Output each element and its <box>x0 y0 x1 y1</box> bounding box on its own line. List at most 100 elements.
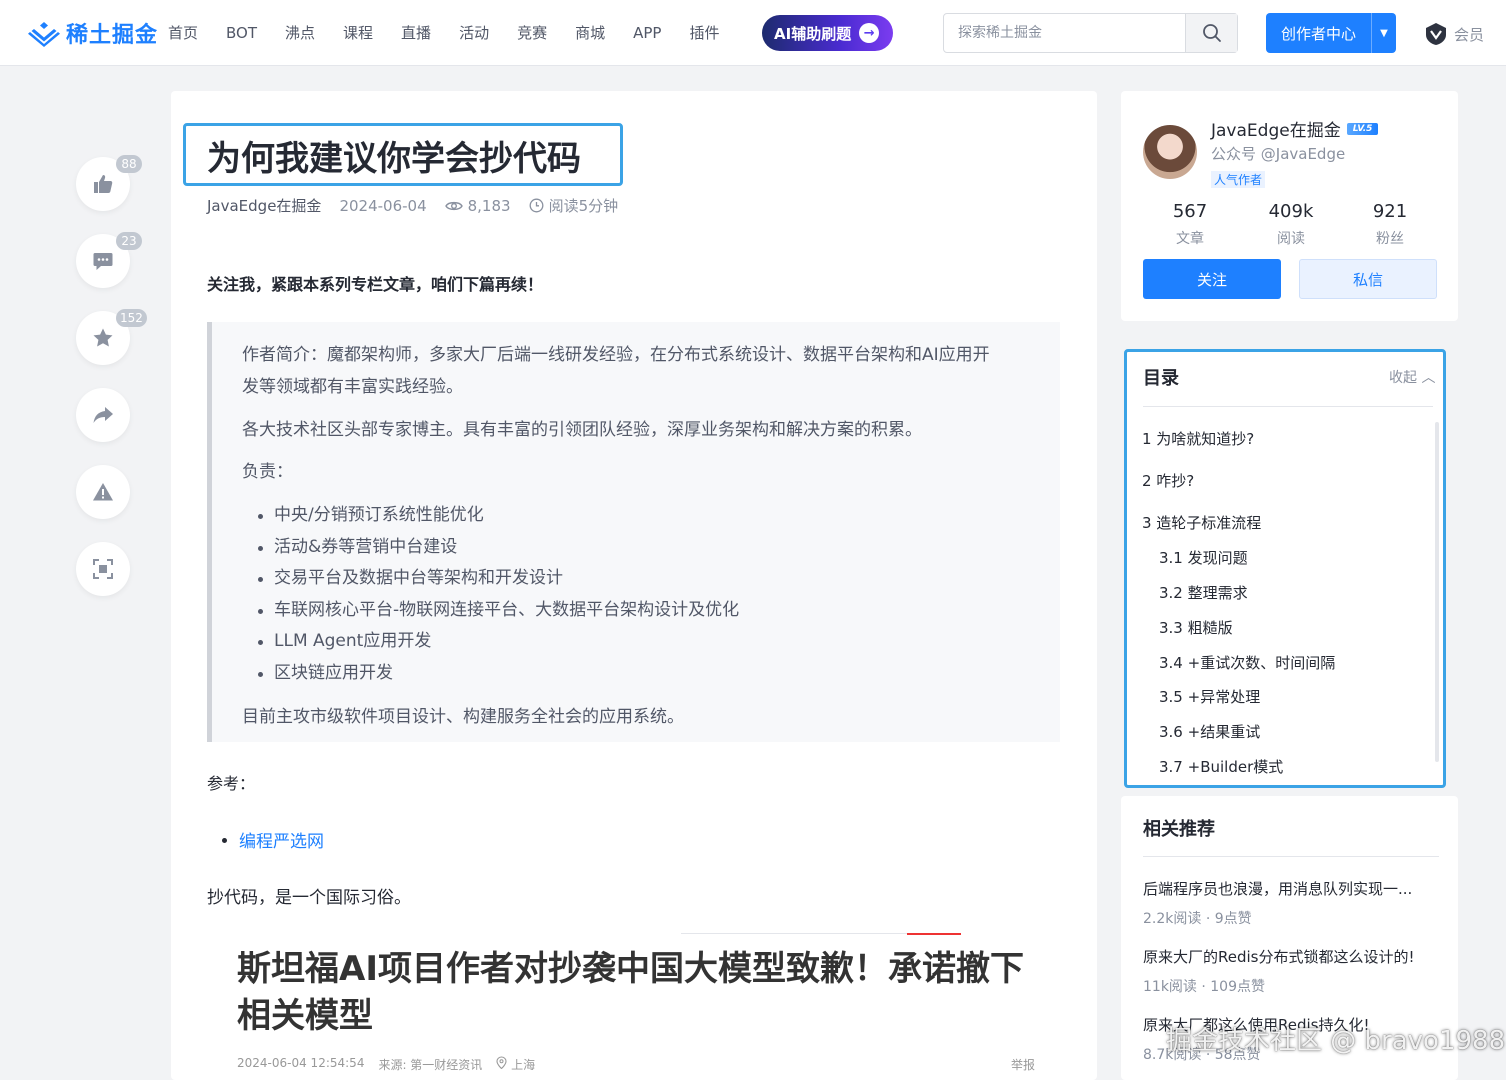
stat-followers[interactable]: 921 粉丝 <box>1350 201 1430 248</box>
toc-collapse-button[interactable]: 收起 ︿ <box>1389 367 1435 387</box>
toc-item[interactable]: 3.6 +结果重试 <box>1159 721 1260 742</box>
toc-item[interactable]: 1 为啥就知道抄? <box>1142 428 1254 449</box>
main-nav: 首页 BOT 沸点 课程 直播 活动 竞赛 商城 APP 插件 <box>168 20 747 46</box>
toc-scrollbar[interactable] <box>1435 422 1439 762</box>
article-panel: 为何我建议你学会抄代码 JavaEdge在掘金 2024-06-04 8,183… <box>171 91 1097 1080</box>
quote-line: 目前主攻市级软件项目设计、构建服务全社会的应用系统。 <box>242 707 684 727</box>
arrow-right-icon: → <box>859 23 880 43</box>
thumb-up-icon <box>94 175 113 193</box>
news-report-link[interactable]: 举报 <box>1011 1056 1035 1073</box>
nav-contests[interactable]: 竞赛 <box>517 20 547 46</box>
nav-app[interactable]: APP <box>633 20 661 46</box>
nav-home[interactable]: 首页 <box>168 20 198 46</box>
location-pin-icon <box>496 1056 507 1070</box>
stat-articles[interactable]: 567 文章 <box>1150 201 1230 248</box>
toc-item[interactable]: 3.1 发现问题 <box>1159 547 1248 568</box>
table-of-contents: 目录 收起 ︿ 1 为啥就知道抄? 2 咋抄? 3 造轮子标准流程 3.1 发现… <box>1124 349 1446 788</box>
quote-line: 负责： <box>242 462 293 482</box>
stat-value: 567 <box>1172 201 1208 222</box>
reference-link[interactable]: 编程严选网 <box>221 827 324 852</box>
news-divider-accent <box>907 933 961 935</box>
comment-button[interactable]: 23 <box>76 232 142 288</box>
author-name[interactable]: JavaEdge在掘金 <box>1211 116 1341 141</box>
toc-item[interactable]: 2 咋抄? <box>1142 470 1194 491</box>
share-icon <box>93 407 113 423</box>
creator-center-button[interactable]: 创作者中心 ▼ <box>1266 13 1396 53</box>
search-input[interactable] <box>944 14 1184 52</box>
follow-button[interactable]: 关注 <box>1143 259 1281 299</box>
share-button[interactable] <box>76 388 130 442</box>
embedded-news-meta: 2024-06-04 12:54:54 来源: 第一财经资讯 上海 <box>237 1056 535 1073</box>
collect-count-badge: 152 <box>116 309 147 327</box>
fullscreen-button[interactable] <box>76 542 130 596</box>
juejin-logo[interactable]: 稀土掘金 <box>28 16 158 50</box>
list-item: LLM Agent应用开发 <box>242 626 739 658</box>
responsibility-list: 中央/分销预订系统性能优化 活动&券等营销中台建设 交易平台及数据中台等架构和开… <box>242 500 739 690</box>
toc-collapse-label: 收起 <box>1389 370 1417 386</box>
comment-icon <box>93 253 113 270</box>
popular-author-tag: 人气作者 <box>1211 171 1266 188</box>
view-count-value: 8,183 <box>467 196 511 215</box>
like-button[interactable]: 88 <box>76 155 142 211</box>
read-time-value: 阅读5分钟 <box>548 197 619 215</box>
list-item: 车联网核心平台-物联网连接平台、大数据平台架构设计及优化 <box>242 595 739 627</box>
vip-link[interactable]: 会员 <box>1424 22 1484 46</box>
creator-center-label: 创作者中心 <box>1280 24 1356 43</box>
nav-bot[interactable]: BOT <box>226 20 257 46</box>
article-date: 2024-06-04 <box>339 196 427 215</box>
stat-reads: 409k 阅读 <box>1251 201 1331 248</box>
quote-line: 作者简介：魔都架构师，多家大厂后端一线研发经验，在分布式系统设计、数据平台架构和… <box>242 345 990 365</box>
ai-practice-label: AI辅助刷题 <box>774 24 852 43</box>
nav-plugins[interactable]: 插件 <box>689 20 719 46</box>
toc-item[interactable]: 3 造轮子标准流程 <box>1142 512 1261 533</box>
nav-events[interactable]: 活动 <box>459 20 489 46</box>
toc-item[interactable]: 3.4 +重试次数、时间间隔 <box>1159 652 1335 673</box>
comment-count-badge: 23 <box>116 232 142 250</box>
clock-icon <box>529 198 544 213</box>
stat-label: 文章 <box>1176 231 1204 247</box>
search-button[interactable] <box>1185 14 1237 52</box>
avatar[interactable] <box>1143 125 1197 179</box>
top-header: 稀土掘金 首页 BOT 沸点 课程 直播 活动 竞赛 商城 APP 插件 AI辅… <box>0 0 1506 66</box>
search-box <box>943 13 1238 53</box>
toc-item[interactable]: 3.3 粗糙版 <box>1159 617 1233 638</box>
nav-pins[interactable]: 沸点 <box>285 20 315 46</box>
list-item: 交易平台及数据中台等架构和开发设计 <box>242 563 739 595</box>
toc-divider <box>1143 406 1433 407</box>
quote-line: 各大技术社区头部专家博主。具有丰富的引领团队经验，深厚业务架构和解决方案的积累。 <box>242 420 922 440</box>
embedded-news-title: 斯坦福AI项目作者对抄袭中国大模型致歉！承诺撤下相关模型 <box>237 949 1024 1036</box>
news-source: 来源: 第一财经资讯 <box>378 1058 483 1072</box>
nav-live[interactable]: 直播 <box>401 20 431 46</box>
author-card: JavaEdge在掘金 LV.5 公众号 @JavaEdge 人气作者 567 … <box>1121 91 1458 321</box>
logo-text: 稀土掘金 <box>66 23 159 48</box>
news-time: 2024-06-04 12:54:54 <box>237 1056 365 1070</box>
collect-button[interactable]: 152 <box>76 309 147 365</box>
list-item: 活动&券等营销中台建设 <box>242 532 739 564</box>
related-item-title[interactable]: 原来大厂的Redis分布式锁都这么设计的! <box>1143 946 1433 967</box>
toc-item[interactable]: 3.2 整理需求 <box>1159 582 1248 603</box>
toc-title: 目录 <box>1143 368 1179 389</box>
star-icon <box>93 328 113 347</box>
stat-label: 阅读 <box>1277 231 1305 247</box>
toc-item[interactable]: 3.7 +Builder模式 <box>1159 756 1283 777</box>
stat-value: 409k <box>1268 201 1314 222</box>
nav-shop[interactable]: 商城 <box>575 20 605 46</box>
related-item-title[interactable]: 后端程序员也浪漫，用消息队列实现一... <box>1143 878 1433 899</box>
nav-courses[interactable]: 课程 <box>343 20 373 46</box>
level-badge: LV.5 <box>1346 122 1379 135</box>
toc-item[interactable]: 3.5 +异常处理 <box>1159 686 1260 707</box>
search-icon <box>1202 24 1221 42</box>
list-item: 区块链应用开发 <box>242 658 739 690</box>
stat-label: 粉丝 <box>1376 231 1404 247</box>
ai-practice-button[interactable]: AI辅助刷题 → <box>762 15 893 51</box>
chevron-down-icon[interactable]: ▼ <box>1371 13 1396 53</box>
vip-shield-icon <box>1426 23 1446 45</box>
watermark: 掘金技术社区 @ bravo1988 <box>1166 1026 1506 1056</box>
reference-label: 参考： <box>207 774 256 793</box>
message-button[interactable]: 私信 <box>1299 259 1437 299</box>
related-item-meta: 2.2k阅读 · 9点赞 <box>1143 911 1252 927</box>
article-author-link[interactable]: JavaEdge在掘金 <box>207 195 321 216</box>
report-button[interactable] <box>76 465 130 519</box>
news-location-text: 上海 <box>511 1058 536 1072</box>
fullscreen-icon <box>93 559 113 579</box>
